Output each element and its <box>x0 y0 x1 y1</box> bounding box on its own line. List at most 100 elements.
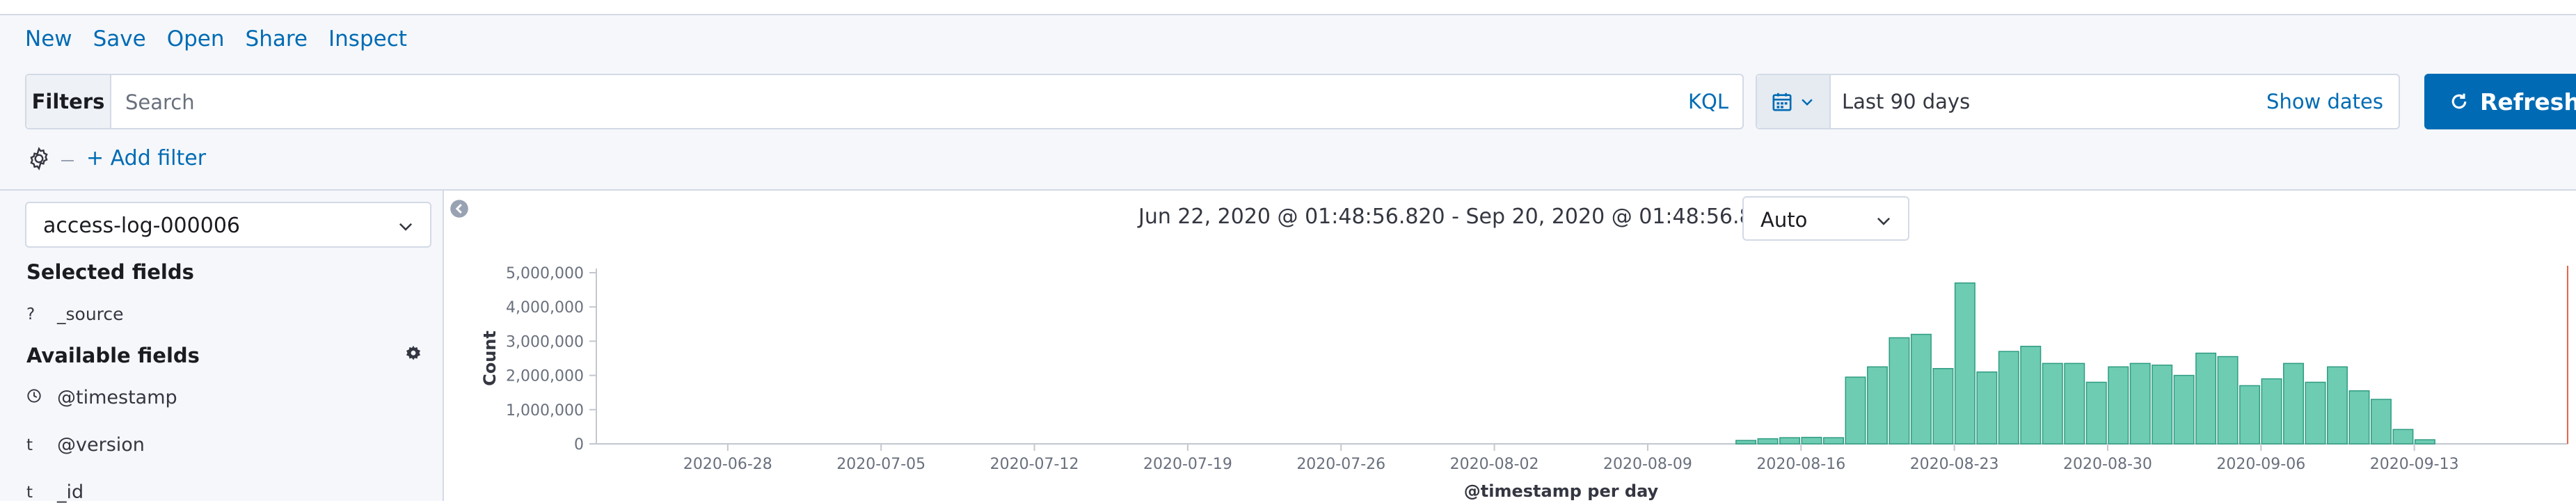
histogram-bar <box>1954 282 1975 445</box>
y-tick-label: 2,000,000 <box>506 368 584 385</box>
histogram-bar <box>2239 385 2261 445</box>
x-tick-label: 2020-08-09 <box>1603 456 1692 473</box>
chevron-down-icon <box>1877 217 1891 225</box>
inspect-button[interactable]: Inspect <box>328 26 407 51</box>
histogram-bar <box>1757 438 1779 445</box>
histogram-bar <box>1779 437 1801 445</box>
y-axis-label: Count <box>480 330 500 386</box>
x-axis-label: @timestamp per day <box>1464 481 1659 501</box>
x-tick-label: 2020-07-12 <box>990 456 1079 473</box>
x-tick-label: 2020-09-13 <box>2370 456 2459 473</box>
field-name: @version <box>57 434 145 456</box>
field-name: @timestamp <box>57 387 177 408</box>
histogram-bar <box>1932 368 1954 445</box>
refresh-icon <box>2451 93 2467 109</box>
x-tick-label: 2020-08-30 <box>2063 456 2152 473</box>
x-tick-label: 2020-07-26 <box>1296 456 1385 473</box>
x-tick-label: 2020-08-02 <box>1450 456 1539 473</box>
clock-icon <box>26 388 47 408</box>
string-type-icon: t <box>26 483 33 502</box>
open-button[interactable]: Open <box>167 26 225 51</box>
y-tick-label: 5,000,000 <box>506 265 584 282</box>
histogram-bar <box>2305 381 2326 445</box>
field-item-source[interactable]: ? _source <box>26 304 124 324</box>
y-tick-label: 0 <box>574 436 584 454</box>
index-pattern-value: access-log-000006 <box>43 214 240 238</box>
x-tick-label: 2020-09-06 <box>2216 456 2305 473</box>
refresh-label: Refresh <box>2480 88 2576 115</box>
top-strip <box>0 0 2576 15</box>
field-item-version[interactable]: t @version <box>26 434 145 456</box>
string-type-icon: t <box>26 436 33 454</box>
selected-fields-title: Selected fields <box>26 260 194 284</box>
y-tick-label: 4,000,000 <box>506 299 584 317</box>
chevron-down-icon <box>1802 99 1813 106</box>
histogram-bar <box>2085 381 2107 445</box>
field-name: _id <box>57 481 84 503</box>
quick-menu-button[interactable] <box>1757 75 1831 128</box>
query-bar: Filters KQL <box>25 74 1744 129</box>
histogram-bar <box>2020 346 2042 445</box>
histogram-bar <box>1845 376 1866 445</box>
histogram-bar <box>2173 374 2195 445</box>
unknown-type-icon: ? <box>26 305 35 324</box>
date-range-label[interactable]: Last 90 days <box>1842 75 1970 128</box>
y-tick-label: 3,000,000 <box>506 333 584 351</box>
top-menu: New Save Open Share Inspect <box>25 26 428 51</box>
share-button[interactable]: Share <box>246 26 308 51</box>
arrow-left-circle-icon <box>450 200 468 218</box>
y-tick-label: 1,000,000 <box>506 402 584 420</box>
histogram-bar <box>2261 378 2282 445</box>
histogram-bar <box>2195 352 2217 445</box>
field-item-timestamp[interactable]: @timestamp <box>26 387 177 408</box>
histogram-bar <box>1801 436 1822 445</box>
divider <box>61 160 74 161</box>
search-input[interactable] <box>124 82 1560 122</box>
histogram-bar <box>2152 365 2173 445</box>
chevron-down-icon <box>399 223 413 231</box>
available-fields-title: Available fields <box>26 344 200 367</box>
field-sidebar: access-log-000006 Selected fields ? _sou… <box>0 191 444 503</box>
histogram-bar <box>2108 366 2129 445</box>
new-button[interactable]: New <box>25 26 72 51</box>
index-pattern-select[interactable]: access-log-000006 <box>25 202 431 248</box>
save-button[interactable]: Save <box>93 26 146 51</box>
x-tick-label: 2020-06-28 <box>683 456 772 473</box>
filters-label[interactable]: Filters <box>26 75 111 128</box>
calendar-icon <box>1772 93 1792 111</box>
refresh-button[interactable]: Refresh <box>2424 74 2576 129</box>
x-tick-label: 2020-07-19 <box>1143 456 1232 473</box>
histogram-range: Jun 22, 2020 @ 01:48:56.820 - Sep 20, 20… <box>1138 205 1807 229</box>
kql-toggle[interactable]: KQL <box>1688 75 1728 128</box>
histogram-bar <box>2042 362 2063 445</box>
x-tick-label: 2020-08-16 <box>1756 456 1845 473</box>
histogram-bar <box>1998 351 2019 445</box>
histogram-bar <box>1735 440 1757 445</box>
histogram-bar <box>2064 362 2085 445</box>
field-item-id[interactable]: t _id <box>26 481 84 503</box>
x-tick-label: 2020-08-23 <box>1910 456 1999 473</box>
histogram-bar <box>2392 429 2414 445</box>
interval-value: Auto <box>1760 208 1808 232</box>
histogram-bar <box>1823 437 1844 445</box>
histogram-bar <box>1866 366 1888 445</box>
field-name: _source <box>57 304 124 324</box>
histogram-chart: 0 1,000,000 2,000,000 3,000,000 4,000,000 5,0… <box>480 265 2568 501</box>
gear-icon <box>30 147 48 170</box>
field-settings-button[interactable] <box>405 345 422 365</box>
histogram-bar <box>2370 399 2392 445</box>
interval-select[interactable]: Auto <box>1742 196 1909 241</box>
filter-settings-button[interactable] <box>26 146 51 174</box>
show-dates-button[interactable]: Show dates <box>2266 75 2383 128</box>
histogram-bar <box>2414 439 2435 445</box>
x-tick-label: 2020-07-05 <box>836 456 925 473</box>
collapse-sidebar-button[interactable] <box>450 199 469 221</box>
histogram-bar <box>1910 333 1932 445</box>
gear-icon <box>406 346 420 360</box>
date-picker: Last 90 days Show dates <box>1756 74 2400 129</box>
histogram-bar <box>1889 337 1910 445</box>
histogram-bar <box>2283 362 2305 445</box>
add-filter-button[interactable]: + Add filter <box>86 146 206 170</box>
histogram-bar <box>2326 366 2348 445</box>
histogram-bar <box>2348 390 2370 445</box>
